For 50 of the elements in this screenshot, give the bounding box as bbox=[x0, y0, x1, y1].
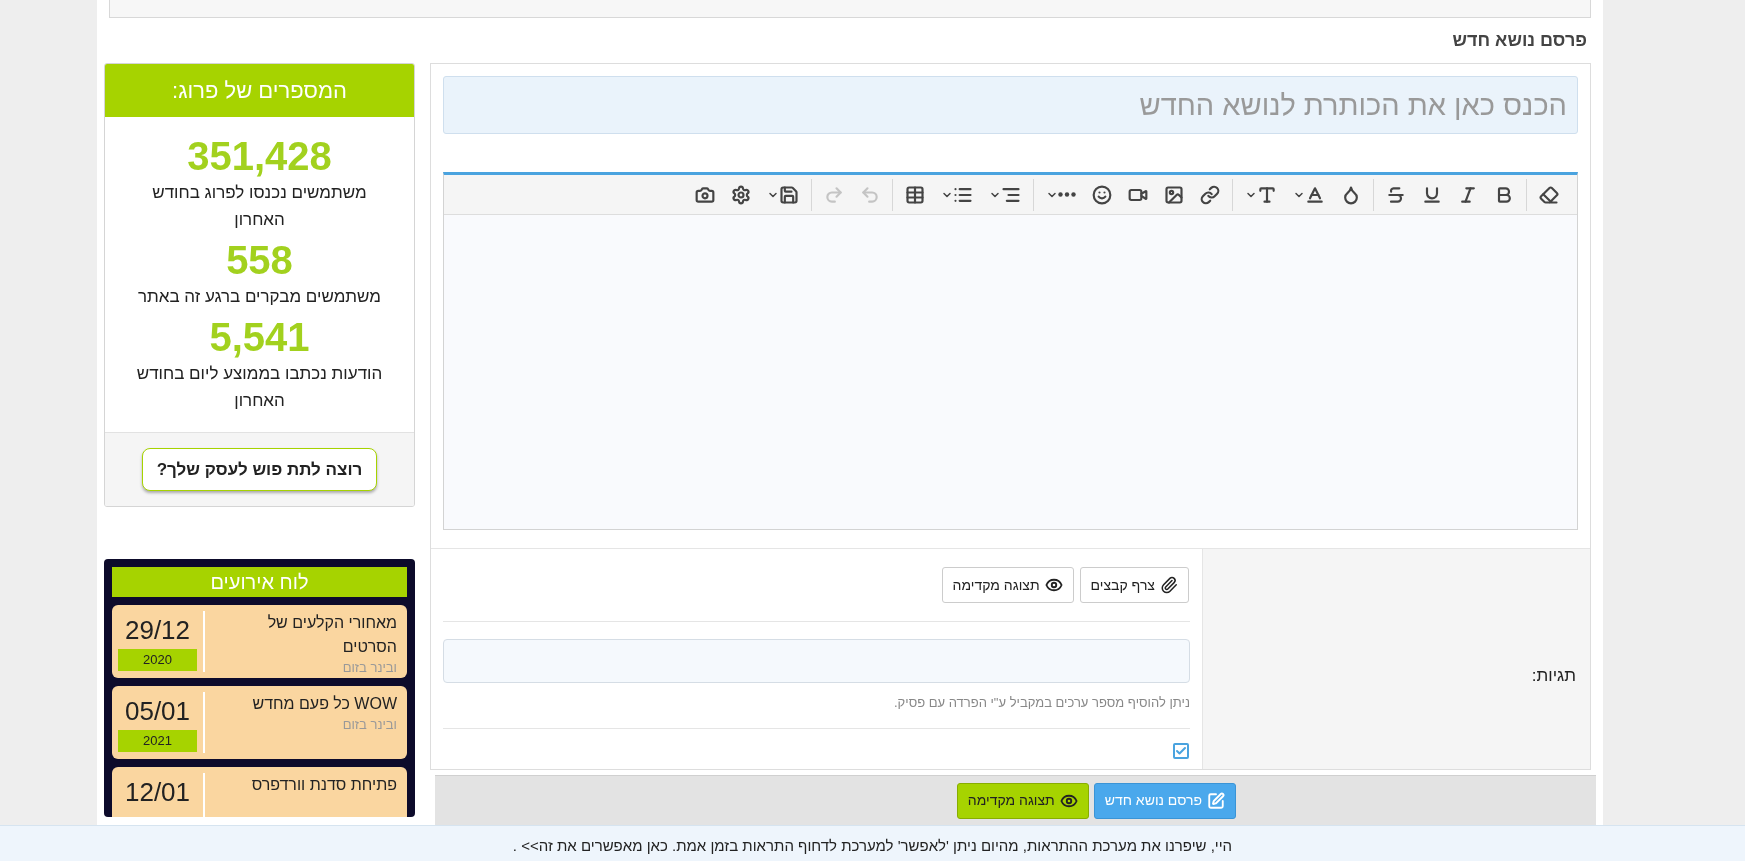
event-title: מאחורי הקלעים של הסרטים bbox=[266, 613, 397, 657]
title-field[interactable]: הכנס כאן את הכותרת לנושא החדש bbox=[443, 76, 1578, 134]
preview-button[interactable]: תצוגה מקדימה bbox=[941, 567, 1074, 603]
undo-icon bbox=[860, 184, 880, 205]
event-title: WOW כל פעם מחדש bbox=[251, 694, 397, 714]
event-type: ובינר בזום bbox=[341, 716, 397, 734]
preview-button[interactable]: תצוגה מקדימה bbox=[956, 782, 1089, 819]
save-icon bbox=[779, 184, 799, 205]
attach-button[interactable]: צרף קבצים bbox=[1079, 567, 1189, 603]
tags-field[interactable] bbox=[443, 639, 1190, 683]
edit-icon bbox=[1207, 791, 1225, 810]
strikethrough-icon bbox=[1386, 184, 1406, 205]
eye-icon bbox=[1044, 576, 1063, 594]
stat-label: הודעות נכתבו בממוצע ליום בחודש האחרון bbox=[135, 363, 384, 412]
event-title: פתיחת סדנת וורדפרס bbox=[250, 775, 397, 795]
underline-icon bbox=[1422, 184, 1442, 205]
camera-icon bbox=[695, 184, 715, 205]
tags-hint: ניתן להוסיף מספר ערכים במקביל ע"י הפרדה עם פסיק. bbox=[893, 694, 1190, 712]
droplet-icon bbox=[1341, 184, 1361, 205]
settings-icon bbox=[731, 184, 751, 205]
stats-title: המספרים של פרוג: bbox=[172, 77, 347, 105]
check-icon bbox=[1175, 745, 1187, 757]
image-icon bbox=[1164, 184, 1184, 205]
link-icon bbox=[1200, 184, 1220, 205]
event-year: 2021 bbox=[118, 730, 197, 752]
font-icon bbox=[1305, 184, 1325, 205]
promote-button[interactable]: רוצה לתת פוש לעסק שלך? bbox=[141, 448, 378, 491]
stat-number: 351,428 bbox=[187, 133, 332, 179]
eraser-icon bbox=[1539, 184, 1559, 205]
paperclip-icon bbox=[1160, 576, 1178, 594]
event-year: 2020 bbox=[118, 649, 197, 671]
text-size-icon bbox=[1257, 184, 1277, 205]
italic-icon bbox=[1458, 184, 1478, 205]
event-type: ובינר בזום bbox=[341, 659, 397, 677]
event-date: 29/12 bbox=[124, 614, 191, 647]
tags-label: תגיות: bbox=[1531, 664, 1576, 687]
page-title: פרסם נושא חדש bbox=[1452, 29, 1587, 52]
stat-number: 558 bbox=[226, 237, 293, 283]
events-title: לוח אירועים bbox=[210, 570, 309, 595]
table-icon bbox=[905, 184, 925, 205]
redo-icon bbox=[824, 184, 844, 205]
stat-label: משתמשים מבקרים ברגע זה באתר bbox=[137, 286, 382, 308]
watch-checkbox[interactable] bbox=[1173, 743, 1189, 759]
event-date: 05/01 bbox=[124, 695, 191, 728]
notice-text: היי, שיפרנו את מערכת ההתראות, מהיום ניתן 'לאפשר' למערכת לדחוף התראות בזמן אמת. כאן מאפשרים את זה>> . bbox=[512, 835, 1233, 856]
stat-label: משתמשים נכנסו לפרוג בחודש האחרון bbox=[151, 182, 368, 231]
smiley-icon bbox=[1092, 184, 1112, 205]
more-icon bbox=[1058, 192, 1076, 197]
event-date: 12/01 bbox=[124, 776, 191, 809]
stat-number: 5,541 bbox=[209, 314, 310, 360]
